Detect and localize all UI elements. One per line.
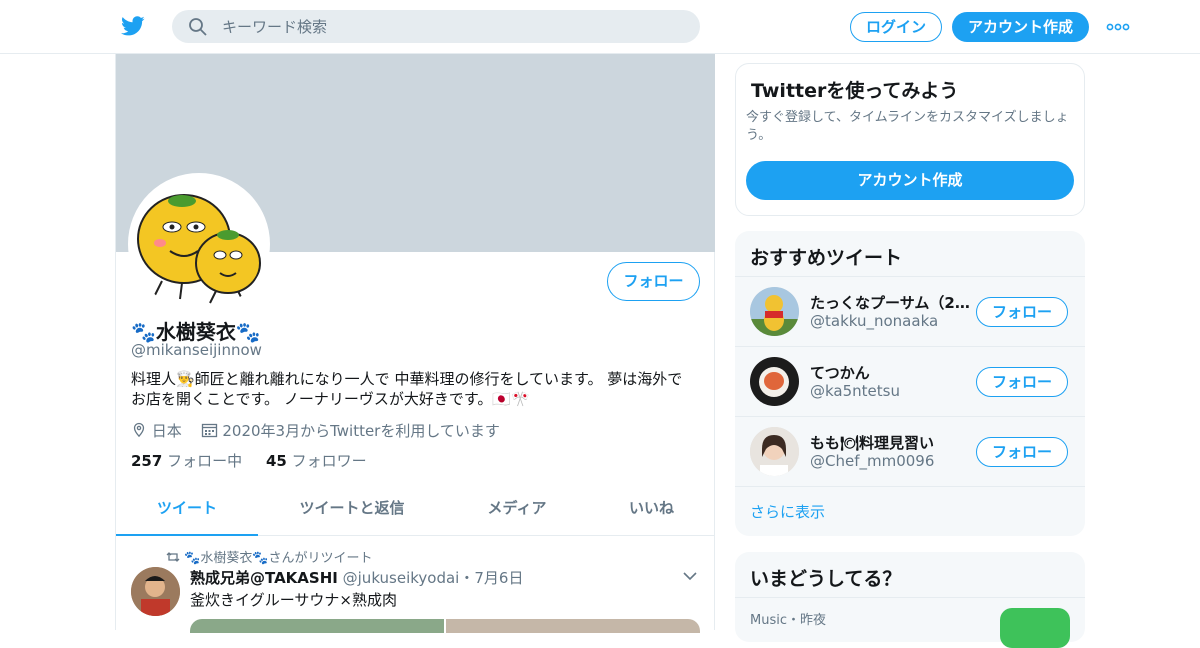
pooh-figure-photo bbox=[750, 287, 799, 336]
followers-label: フォロワー bbox=[291, 452, 367, 470]
trends-card: いまどうしてる？ Music・昨夜 bbox=[735, 552, 1085, 648]
recommended-title: おすすめツイート bbox=[750, 247, 903, 269]
tab-tweets[interactable]: ツイート bbox=[116, 490, 258, 536]
recommended-user-avatar[interactable] bbox=[750, 287, 799, 336]
tweet-media[interactable] bbox=[190, 617, 700, 633]
recommended-user-handle: @ka5ntetsu bbox=[810, 382, 900, 400]
follow-button[interactable]: フォロー bbox=[607, 262, 700, 301]
profile-stats: 257 フォロー中 45 フォロワー bbox=[131, 450, 367, 471]
recommended-follow-button[interactable]: フォロー bbox=[976, 367, 1068, 397]
recommended-follow-button[interactable]: フォロー bbox=[976, 297, 1068, 327]
recommended-user[interactable]: てつかん @ka5ntetsu フォロー bbox=[735, 346, 1085, 416]
author-photo bbox=[131, 567, 180, 616]
chevron-down-icon[interactable] bbox=[683, 571, 697, 581]
tab-tweets-and-replies[interactable]: ツイートと返信 bbox=[258, 490, 446, 536]
recommended-follow-button[interactable]: フォロー bbox=[976, 437, 1068, 467]
tweet-author-name[interactable]: 熟成兄弟@TAKASHI bbox=[190, 569, 338, 587]
location-icon bbox=[133, 422, 145, 438]
recommended-user-name: もも🍽料理見習い bbox=[810, 434, 935, 452]
profile-column: フォロー 🐾水樹葵衣🐾 @mikanseijinnow 料理人👨‍🍳師匠と離れ離… bbox=[115, 54, 715, 633]
person-photo bbox=[750, 427, 799, 476]
recommended-user-avatar[interactable] bbox=[750, 357, 799, 406]
tweet-media-image-2[interactable] bbox=[446, 619, 700, 633]
signup-card-description: 今すぐ登録して、タイムラインをカスタマイズしましょう。 bbox=[746, 110, 1069, 143]
trends-title: いまどうしてる？ bbox=[750, 568, 902, 590]
profile-bio: 料理人👨‍🍳師匠と離れ離れになり一人で 中華料理の修行をしています。 夢は海外で… bbox=[131, 370, 683, 408]
citrus-character-image bbox=[132, 177, 266, 311]
recommended-user-avatar[interactable] bbox=[750, 427, 799, 476]
signup-card-title: Twitterを使ってみよう bbox=[751, 80, 959, 102]
following-label: フォロー中 bbox=[167, 452, 243, 470]
twitter-bird-icon[interactable] bbox=[120, 14, 146, 38]
calendar-icon bbox=[201, 423, 217, 438]
tweet-author-avatar[interactable] bbox=[131, 567, 180, 616]
tweet-header: 熟成兄弟@TAKASHI @jukuseikyodai・7月6日 bbox=[190, 567, 523, 588]
top-bar: ログイン アカウント作成 bbox=[0, 0, 1200, 54]
show-more-link[interactable]: さらに表示 bbox=[750, 501, 825, 522]
search-input[interactable] bbox=[222, 10, 682, 43]
trend-thumbnail[interactable] bbox=[1000, 608, 1070, 648]
recommended-user[interactable]: たっくなプーサム（2… @takku_nonaaka フォロー bbox=[735, 276, 1085, 346]
recommended-card: おすすめツイート たっくなプーサム（2… @takku_nonaaka フォロー… bbox=[735, 231, 1085, 536]
retweet-indicator: 🐾水樹葵衣🐾さんがリツイート bbox=[166, 547, 373, 566]
tweet-item[interactable]: 🐾水樹葵衣🐾さんがリツイート 熟成兄弟@TAKASHI @jukuseikyod… bbox=[116, 537, 715, 633]
login-button[interactable]: ログイン bbox=[850, 12, 942, 42]
tweet-text: 釜炊きイグルーサウナ×熟成肉 bbox=[190, 591, 397, 609]
signup-card-button[interactable]: アカウント作成 bbox=[746, 161, 1074, 200]
recommended-user-handle: @takku_nonaaka bbox=[810, 312, 939, 330]
following-link[interactable]: 257 フォロー中 bbox=[131, 452, 242, 470]
followers-link[interactable]: 45 フォロワー bbox=[266, 452, 367, 470]
profile-joined-date: 2020年3月からTwitterを利用しています bbox=[222, 422, 500, 440]
trend-meta: Music・昨夜 bbox=[750, 613, 826, 628]
food-photo bbox=[750, 357, 799, 406]
following-count: 257 bbox=[131, 452, 163, 470]
signup-button[interactable]: アカウント作成 bbox=[952, 12, 1089, 42]
recommended-user[interactable]: もも🍽料理見習い @Chef_mm0096 フォロー bbox=[735, 416, 1085, 486]
tweet-author-handle[interactable]: @jukuseikyodai bbox=[343, 569, 460, 587]
profile-tabs: ツイート ツイートと返信 メディア いいね bbox=[116, 490, 715, 536]
followers-count: 45 bbox=[265, 452, 287, 470]
search-icon bbox=[189, 18, 207, 36]
tab-likes[interactable]: いいね bbox=[588, 490, 715, 536]
profile-handle: @mikanseijinnow bbox=[131, 341, 262, 359]
more-dots-icon[interactable] bbox=[1106, 22, 1130, 32]
tweet-media-image-1[interactable] bbox=[190, 619, 444, 633]
recommended-user-name: てつかん bbox=[810, 364, 870, 382]
retweet-icon bbox=[166, 552, 180, 562]
search-box[interactable] bbox=[172, 10, 700, 43]
profile-location: 日本 bbox=[151, 422, 182, 440]
recommended-user-name: たっくなプーサム（2… bbox=[810, 294, 970, 312]
recommended-user-handle: @Chef_mm0096 bbox=[810, 452, 935, 470]
tab-media[interactable]: メディア bbox=[446, 490, 588, 536]
retweet-label: 🐾水樹葵衣🐾さんがリツイート bbox=[184, 551, 373, 566]
tweet-date[interactable]: ・7月6日 bbox=[459, 569, 523, 587]
profile-avatar[interactable] bbox=[128, 173, 270, 315]
signup-card: Twitterを使ってみよう 今すぐ登録して、タイムラインをカスタマイズしましょ… bbox=[735, 63, 1085, 216]
profile-meta: 日本 2020年3月からTwitterを利用しています bbox=[131, 420, 514, 441]
